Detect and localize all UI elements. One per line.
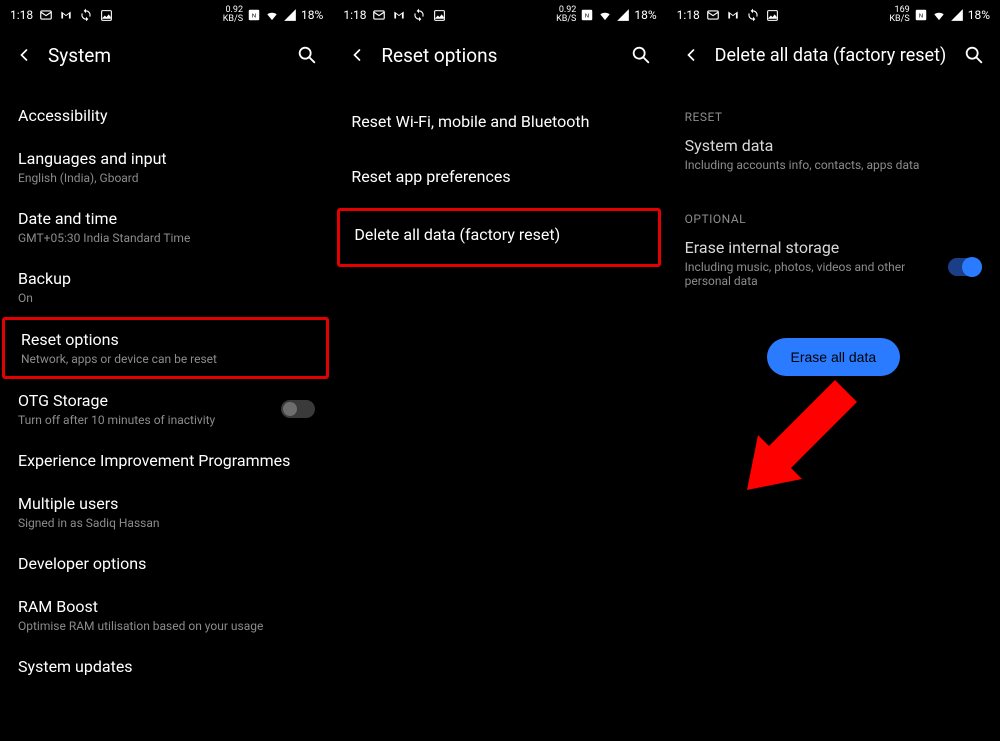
item-multiple-users[interactable]: Multiple users Signed in as Sadiq Hassan xyxy=(0,482,333,542)
image-icon xyxy=(766,8,780,22)
item-reset-wifi[interactable]: Reset Wi-Fi, mobile and Bluetooth xyxy=(333,94,666,149)
status-time: 1:18 xyxy=(343,8,366,22)
image-icon xyxy=(432,8,446,22)
app-header: System xyxy=(0,30,333,80)
item-system-updates[interactable]: System updates xyxy=(0,645,333,688)
battery-text: 18% xyxy=(968,8,990,22)
panel-system: 1:18 0.92KB/S N 18 xyxy=(0,0,333,741)
item-accessibility[interactable]: Accessibility xyxy=(0,94,333,137)
net-rate: 169KB/S xyxy=(889,6,909,24)
status-bar: 1:18 0.92KB/S N 18 xyxy=(0,0,333,30)
sync-icon xyxy=(79,8,93,22)
item-developer[interactable]: Developer options xyxy=(0,542,333,585)
status-bar: 1:18 0.92KB/S N 18% xyxy=(333,0,666,30)
item-ram-boost[interactable]: RAM Boost Optimise RAM utilisation based… xyxy=(0,585,333,645)
page-title: System xyxy=(48,44,281,67)
signal-icon xyxy=(616,8,630,22)
reset-list: Reset Wi-Fi, mobile and Bluetooth Reset … xyxy=(333,80,666,267)
reset-detail: RESET System data Including accounts inf… xyxy=(667,80,1000,376)
section-optional: OPTIONAL xyxy=(667,186,1000,232)
panel-reset-options: 1:18 0.92KB/S N 18% Reset options Reset … xyxy=(333,0,666,741)
notification-icon xyxy=(706,8,720,22)
nfc-icon: N xyxy=(914,8,928,22)
annotation-arrow-icon xyxy=(747,380,857,490)
back-button[interactable] xyxy=(14,45,34,65)
status-time: 1:18 xyxy=(10,8,33,22)
section-reset: RESET xyxy=(667,94,1000,130)
item-otg-storage[interactable]: OTG Storage Turn off after 10 minutes of… xyxy=(0,379,333,439)
gmail-icon xyxy=(392,8,406,22)
panel-factory-reset: 1:18 169KB/S N 18% Delete all data (fact… xyxy=(667,0,1000,741)
item-delete-all-data[interactable]: Delete all data (factory reset) xyxy=(337,208,660,267)
status-time: 1:18 xyxy=(677,8,700,22)
page-title: Delete all data (factory reset) xyxy=(715,45,948,66)
image-icon xyxy=(99,8,113,22)
app-header: Delete all data (factory reset) xyxy=(667,30,1000,80)
battery-text: 18% xyxy=(301,8,323,22)
svg-text:N: N xyxy=(585,13,589,19)
nfc-icon: N xyxy=(247,8,261,22)
search-button[interactable] xyxy=(629,44,653,66)
status-bar: 1:18 169KB/S N 18% xyxy=(667,0,1000,30)
sync-icon xyxy=(412,8,426,22)
otg-toggle[interactable] xyxy=(281,400,315,418)
signal-icon xyxy=(283,8,297,22)
wifi-icon xyxy=(265,8,279,22)
notification-icon xyxy=(39,8,53,22)
svg-text:N: N xyxy=(919,13,923,19)
net-rate: 0.92KB/S xyxy=(556,6,576,24)
wifi-icon xyxy=(932,8,946,22)
settings-list: Accessibility Languages and input Englis… xyxy=(0,80,333,688)
signal-icon xyxy=(950,8,964,22)
back-button[interactable] xyxy=(347,45,367,65)
net-rate: 0.92KB/S xyxy=(223,6,243,24)
nfc-icon: N xyxy=(580,8,594,22)
sync-icon xyxy=(746,8,760,22)
item-experience[interactable]: Experience Improvement Programmes xyxy=(0,439,333,482)
row-system-data: System data Including accounts info, con… xyxy=(667,130,1000,186)
gmail-icon xyxy=(726,8,740,22)
item-languages[interactable]: Languages and input English (India), Gbo… xyxy=(0,137,333,197)
back-button[interactable] xyxy=(681,45,701,65)
search-button[interactable] xyxy=(295,44,319,66)
item-backup[interactable]: Backup On xyxy=(0,257,333,317)
item-reset-app-prefs[interactable]: Reset app preferences xyxy=(333,149,666,204)
notification-icon xyxy=(372,8,386,22)
svg-text:N: N xyxy=(252,13,256,19)
item-date-time[interactable]: Date and time GMT+05:30 India Standard T… xyxy=(0,197,333,257)
erase-all-data-button[interactable]: Erase all data xyxy=(767,338,901,376)
app-header: Reset options xyxy=(333,30,666,80)
item-reset-options[interactable]: Reset options Network, apps or device ca… xyxy=(2,317,329,379)
battery-text: 18% xyxy=(634,8,656,22)
row-erase-storage[interactable]: Erase internal storage Including music, … xyxy=(667,232,1000,302)
search-button[interactable] xyxy=(962,44,986,66)
erase-storage-toggle[interactable] xyxy=(948,258,982,276)
page-title: Reset options xyxy=(381,44,614,67)
gmail-icon xyxy=(59,8,73,22)
wifi-icon xyxy=(598,8,612,22)
